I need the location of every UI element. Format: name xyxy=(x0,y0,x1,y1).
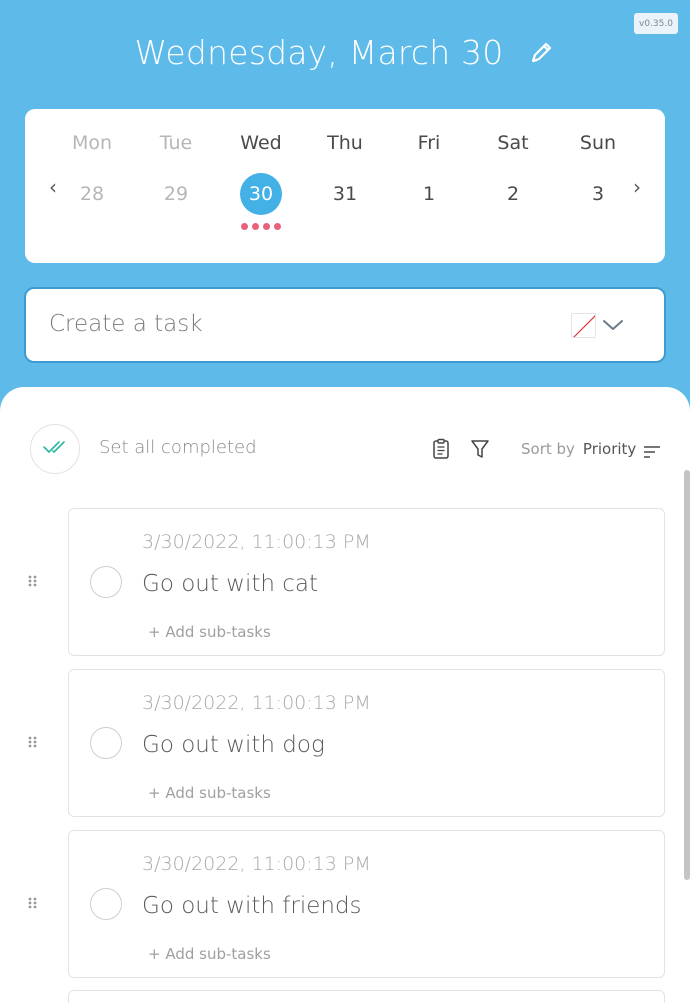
day-number: 28 xyxy=(79,183,105,205)
day-number: 1 xyxy=(422,183,436,205)
task-dot xyxy=(274,223,281,230)
sort-selector[interactable]: Sort by Priority xyxy=(521,440,636,458)
drag-handle-icon[interactable] xyxy=(28,897,38,913)
day-name: Sat xyxy=(497,132,529,154)
chevron-down-icon[interactable] xyxy=(602,317,624,331)
day-name: Mon xyxy=(71,132,113,154)
task-date: 3/30/2022, 11:00:13 PM xyxy=(142,531,371,553)
day-number: 31 xyxy=(332,183,358,205)
task-name[interactable]: Go out with dog xyxy=(142,732,325,758)
task-indicator-dots xyxy=(241,223,281,231)
scrollbar[interactable] xyxy=(684,470,690,880)
task-card[interactable]: 3/30/2022, 11:00:13 PM Go out with dog +… xyxy=(68,669,665,817)
day-name: Sun xyxy=(579,132,617,154)
filter-icon[interactable] xyxy=(470,438,492,462)
sort-lines-icon[interactable] xyxy=(643,444,661,458)
calendar-day-thu[interactable]: Thu 31 xyxy=(303,109,387,263)
day-number: 3 xyxy=(591,183,605,205)
calendar-day-tue[interactable]: Tue 29 xyxy=(134,109,218,263)
task-card-partial[interactable] xyxy=(68,990,665,1003)
page-header: Wednesday, March 30 xyxy=(0,28,690,76)
create-task-input[interactable]: Create a task xyxy=(24,287,666,363)
double-check-icon xyxy=(42,439,68,459)
sort-value: Priority xyxy=(582,440,637,458)
no-color-swatch-icon[interactable] xyxy=(571,313,596,338)
clipboard-icon[interactable] xyxy=(431,438,453,462)
task-card[interactable]: 3/30/2022, 11:00:13 PM Go out with frien… xyxy=(68,830,665,978)
task-name[interactable]: Go out with cat xyxy=(142,571,318,597)
week-calendar: ‹ Mon 28 Tue 29 Wed 30 Thu 31 Fri 1 Sat … xyxy=(25,109,665,263)
day-number-selected: 30 xyxy=(240,173,282,215)
set-all-completed-button[interactable] xyxy=(30,424,80,474)
add-subtasks-link[interactable]: + Add sub-tasks xyxy=(148,623,271,641)
day-number: 29 xyxy=(163,183,189,205)
sort-by-label: Sort by xyxy=(521,440,575,458)
day-name: Tue xyxy=(159,132,193,154)
calendar-day-mon[interactable]: Mon 28 xyxy=(50,109,134,263)
task-complete-checkbox[interactable] xyxy=(90,888,122,920)
calendar-day-fri[interactable]: Fri 1 xyxy=(387,109,471,263)
set-all-completed-label[interactable]: Set all completed xyxy=(99,437,257,458)
day-name: Thu xyxy=(327,132,363,154)
task-dot xyxy=(263,223,270,230)
calendar-day-wed[interactable]: Wed 30 xyxy=(219,109,303,263)
pencil-icon[interactable] xyxy=(529,39,555,65)
page-title: Wednesday, March 30 xyxy=(134,32,504,72)
calendar-day-sat[interactable]: Sat 2 xyxy=(471,109,555,263)
task-card[interactable]: 3/30/2022, 11:00:13 PM Go out with cat +… xyxy=(68,508,665,656)
task-date: 3/30/2022, 11:00:13 PM xyxy=(142,853,371,875)
task-dot xyxy=(252,223,259,230)
add-subtasks-link[interactable]: + Add sub-tasks xyxy=(148,945,271,963)
task-dot xyxy=(241,223,248,230)
task-complete-checkbox[interactable] xyxy=(90,727,122,759)
task-date: 3/30/2022, 11:00:13 PM xyxy=(142,692,371,714)
add-subtasks-link[interactable]: + Add sub-tasks xyxy=(148,784,271,802)
day-number: 2 xyxy=(506,183,520,205)
task-complete-checkbox[interactable] xyxy=(90,566,122,598)
drag-handle-icon[interactable] xyxy=(28,575,38,591)
drag-handle-icon[interactable] xyxy=(28,736,38,752)
task-name[interactable]: Go out with friends xyxy=(142,893,362,919)
day-name: Fri xyxy=(417,132,441,154)
next-week-button[interactable]: › xyxy=(627,175,647,199)
create-task-placeholder: Create a task xyxy=(49,311,203,337)
day-name: Wed xyxy=(240,132,282,154)
